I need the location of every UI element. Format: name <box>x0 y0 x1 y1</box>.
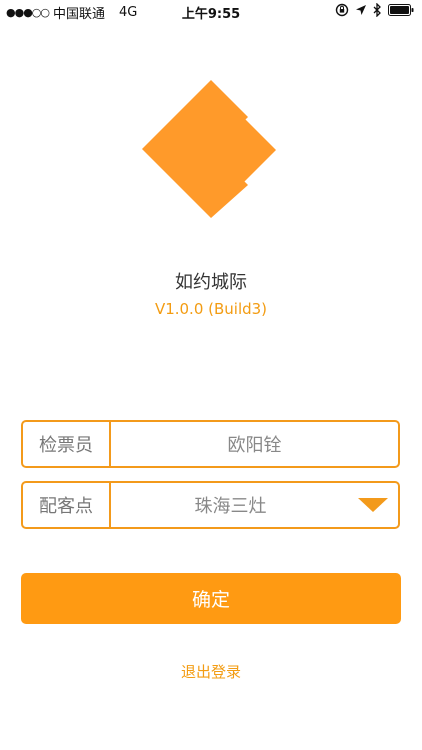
inspector-label: 检票员 <box>23 422 111 466</box>
app-version: V1.0.0 (Build3) <box>154 300 268 318</box>
orientation-lock-icon <box>335 3 349 17</box>
app-name: 如约城际 <box>175 272 247 293</box>
battery-icon <box>388 4 414 16</box>
bluetooth-icon <box>373 3 382 17</box>
station-value-container[interactable]: 珠海三灶 <box>111 483 398 527</box>
app-logo-icon <box>140 78 282 220</box>
status-bar-right <box>335 3 414 17</box>
logout-link[interactable]: 退出登录 <box>0 661 422 682</box>
triangle-down-icon[interactable] <box>358 498 388 512</box>
station-label: 配客点 <box>23 483 111 527</box>
inspector-field[interactable]: 检票员 欧阳铨 <box>21 420 400 468</box>
location-arrow-icon <box>355 4 367 16</box>
status-bar: ●●●○○ 中国联通 4G 上午9:55 <box>0 0 422 22</box>
station-select[interactable]: 配客点 珠海三灶 <box>21 481 400 529</box>
login-screen: ●●●○○ 中国联通 4G 上午9:55 如约城际 V1.0.0 (Build3… <box>0 0 422 750</box>
station-value: 珠海三灶 <box>194 496 267 517</box>
confirm-button[interactable]: 确定 <box>21 573 401 624</box>
inspector-value[interactable]: 欧阳铨 <box>111 422 398 466</box>
